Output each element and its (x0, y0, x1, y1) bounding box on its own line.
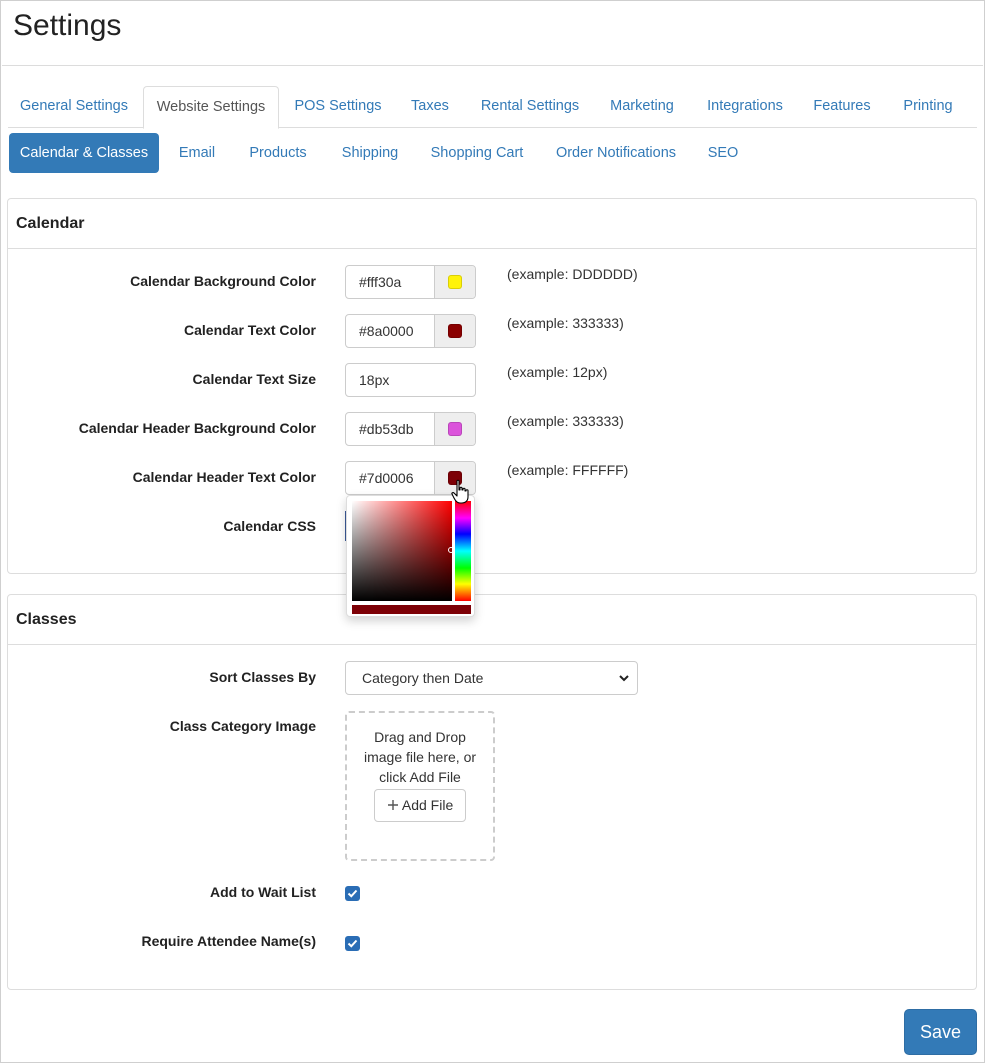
color-picker-hue-slider[interactable] (455, 501, 471, 601)
label-calendar-header-text-color: Calendar Header Text Color (132, 469, 316, 485)
color-picker-saturation-area[interactable] (352, 501, 452, 601)
example-calendar-header-bg-color: (example: 333333) (507, 413, 624, 429)
calendar-bg-color-input[interactable] (359, 266, 434, 298)
classes-heading: Classes (8, 595, 976, 645)
tab-printing[interactable]: Printing (896, 86, 960, 128)
subtab-calendar-classes[interactable]: Calendar & Classes (9, 133, 159, 173)
calendar-header-text-color-input[interactable] (359, 462, 434, 494)
checkmark-icon (347, 889, 358, 898)
sort-classes-by-select[interactable]: Category then Date (345, 661, 638, 695)
add-file-button[interactable]: Add File (374, 789, 466, 822)
label-calendar-text-size: Calendar Text Size (192, 371, 316, 387)
example-calendar-text-color: (example: 333333) (507, 315, 624, 331)
color-swatch (448, 422, 462, 436)
tab-taxes[interactable]: Taxes (404, 86, 456, 128)
subtab-email[interactable]: Email (171, 133, 223, 173)
subtab-products[interactable]: Products (241, 133, 315, 173)
add-to-wait-list-checkbox[interactable] (345, 886, 360, 901)
color-picker-cursor[interactable] (448, 547, 454, 553)
save-button[interactable]: Save (904, 1009, 977, 1055)
tab-marketing[interactable]: Marketing (604, 86, 680, 128)
plus-icon (387, 800, 398, 810)
calendar-panel: Calendar Calendar Background Color (exam… (7, 198, 977, 574)
page-title: Settings (13, 9, 122, 42)
calendar-text-color-field[interactable] (345, 314, 476, 348)
example-calendar-bg-color: (example: DDDDDD) (507, 266, 638, 282)
example-calendar-header-text-color: (example: FFFFFF) (507, 462, 629, 478)
label-sort-classes-by: Sort Classes By (209, 669, 316, 685)
subtab-order-notifications[interactable]: Order Notifications (548, 133, 684, 173)
label-class-category-image: Class Category Image (169, 718, 316, 734)
label-calendar-header-bg-color: Calendar Header Background Color (78, 420, 316, 436)
dropzone-text-line: click Add File (379, 769, 461, 785)
calendar-heading: Calendar (8, 199, 976, 249)
label-calendar-bg-color: Calendar Background Color (130, 273, 316, 289)
calendar-text-size-input[interactable]: 18px (345, 363, 476, 397)
title-divider (2, 65, 983, 66)
calendar-header-bg-color-picker-button[interactable] (434, 413, 475, 445)
label-calendar-text-color: Calendar Text Color (184, 322, 316, 338)
color-swatch (448, 324, 462, 338)
calendar-bg-color-picker-button[interactable] (434, 266, 475, 298)
calendar-text-color-input[interactable] (359, 315, 434, 347)
classes-panel: Classes Sort Classes By Category then Da… (7, 594, 977, 990)
subtab-shipping[interactable]: Shipping (333, 133, 407, 173)
dropzone-text-line: image file here, or (363, 749, 477, 765)
calendar-bg-color-field[interactable] (345, 265, 476, 299)
subtab-seo[interactable]: SEO (701, 133, 745, 173)
color-picker-popup (346, 495, 475, 617)
color-picker-preview (352, 605, 471, 614)
require-attendee-name-checkbox[interactable] (345, 936, 360, 951)
add-file-label: Add File (401, 797, 454, 813)
dropzone-text-line: Drag and Drop (374, 729, 466, 745)
tab-website-settings[interactable]: Website Settings (143, 86, 279, 129)
hand-pointer-icon (451, 479, 469, 504)
label-add-to-wait-list: Add to Wait List (209, 884, 316, 900)
calendar-header-bg-color-field[interactable] (345, 412, 476, 446)
image-dropzone[interactable]: Drag and Drop image file here, or click … (345, 711, 495, 861)
checkmark-icon (347, 939, 358, 948)
tab-general-settings[interactable]: General Settings (8, 86, 140, 128)
main-tab-bar: General Settings Website Settings POS Se… (8, 86, 977, 129)
example-calendar-text-size: (example: 12px) (507, 364, 608, 380)
color-swatch (448, 275, 462, 289)
tab-rental-settings[interactable]: Rental Settings (478, 86, 582, 128)
dropzone-text: Drag and Drop image file here, or click … (347, 727, 493, 787)
calendar-header-bg-color-input[interactable] (359, 413, 434, 445)
calendar-text-color-picker-button[interactable] (434, 315, 475, 347)
subtab-shopping-cart[interactable]: Shopping Cart (424, 133, 530, 173)
settings-window: Settings General Settings Website Settin… (0, 0, 985, 1063)
label-require-attendee-name: Require Attendee Name(s) (141, 933, 316, 949)
tab-features[interactable]: Features (809, 86, 875, 128)
tab-integrations[interactable]: Integrations (700, 86, 790, 128)
label-calendar-css: Calendar CSS (223, 518, 316, 534)
chevron-down-icon (619, 675, 629, 682)
tab-pos-settings[interactable]: POS Settings (287, 86, 389, 128)
sort-classes-by-value: Category then Date (362, 670, 484, 686)
